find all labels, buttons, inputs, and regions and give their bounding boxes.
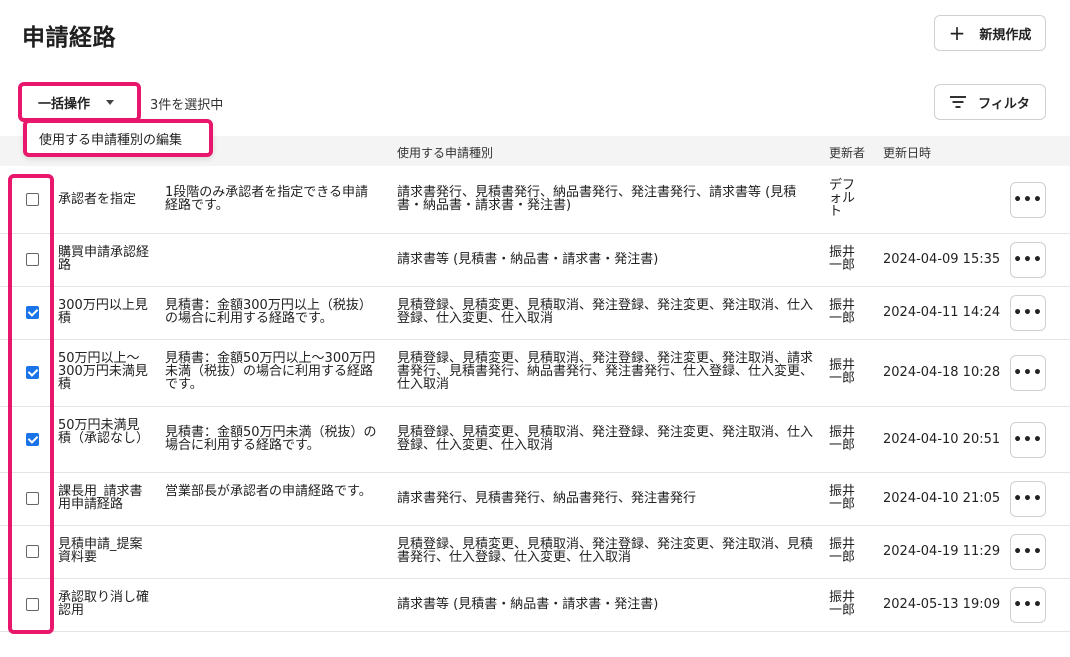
more-horizontal-icon: ••• [1013, 252, 1043, 268]
table-row: 50万円以上～300万円未満見積 見積書：金額50万円以上～300万円未満（税抜… [0, 340, 1070, 407]
route-description: 見積書：金額50万円未満（税抜）の場合に利用する経路です。 [165, 425, 377, 453]
more-horizontal-icon: ••• [1013, 192, 1043, 208]
route-name: 承認取り消し確認用 [58, 590, 150, 618]
header-updater: 更新者 [829, 146, 866, 160]
table-row: 課長用_請求書用申請経路 営業部長が承認者の申請経路です。 請求書発行、見積書発… [0, 473, 1070, 526]
checkbox-column-highlight [8, 174, 54, 634]
route-updated-at: 2024-05-13 19:09 [883, 597, 1001, 612]
more-options-button[interactable]: ••• [1010, 481, 1046, 517]
route-updated-at: 2024-04-19 11:29 [883, 544, 1001, 559]
table-row: 見積申請_提案資料要 見積登録、見積変更、見積取消、発注登録、発注変更、発注取消… [0, 526, 1070, 579]
route-types: 見積登録、見積変更、見積取消、発注登録、発注変更、発注取消、請求書発行、見積書発… [397, 351, 814, 392]
route-name: 300万円以上見積 [58, 298, 148, 326]
more-options-button[interactable]: ••• [1010, 355, 1046, 391]
route-updater: 振井一郎 [829, 358, 856, 386]
route-updated-at: 2024-04-11 14:24 [883, 305, 1001, 320]
route-name: 見積申請_提案資料要 [58, 537, 143, 565]
route-updated-at: 2024-04-10 21:05 [883, 491, 1001, 506]
route-updated-at: 2024-04-10 20:51 [883, 432, 1001, 447]
route-description: 見積書：金額300万円以上（税抜）の場合に利用する経路です。 [165, 298, 372, 326]
header-types: 使用する申請種別 [397, 146, 494, 160]
more-horizontal-icon: ••• [1013, 432, 1043, 448]
more-options-button[interactable]: ••• [1010, 295, 1046, 331]
page-title: 申請経路 [22, 25, 116, 51]
route-types: 見積登録、見積変更、見積取消、発注登録、発注変更、発注取消、仕入登録、仕入変更、… [397, 298, 814, 326]
table-row: 承認取り消し確認用 請求書等 (見積書・納品書・請求書・発注書) 振井一郎 20… [0, 579, 1070, 632]
route-description: 1段階のみ承認者を指定できる申請経路です。 [165, 185, 369, 213]
route-description: 見積書：金額50万円以上～300万円未満（税抜）の場合に利用する経路です。 [165, 351, 376, 392]
route-updater: 振井一郎 [829, 590, 856, 618]
route-updater: 振井一郎 [829, 484, 856, 512]
more-options-button[interactable]: ••• [1010, 422, 1046, 458]
route-name: 50万円未満見積（承認なし） [58, 418, 150, 446]
selected-count: 3件を選択中 [150, 98, 224, 113]
more-horizontal-icon: ••• [1013, 365, 1043, 381]
table-row: 購買申請承認経路 請求書等 (見積書・納品書・請求書・発注書) 振井一郎 202… [0, 234, 1070, 287]
route-types: 見積登録、見積変更、見積取消、発注登録、発注変更、発注取消、仕入登録、仕入変更、… [397, 425, 814, 453]
filter-button-label: フィルタ [978, 96, 1030, 112]
plus-icon: + [948, 21, 966, 45]
route-updated-at: 2024-04-09 15:35 [883, 252, 1001, 267]
dropdown-menu-item-edit-types[interactable]: 使用する申請種別の編集 [23, 119, 213, 157]
caret-down-icon [106, 99, 115, 105]
more-options-button[interactable]: ••• [1010, 587, 1046, 623]
route-name: 承認者を指定 [58, 192, 137, 207]
more-options-button[interactable]: ••• [1010, 534, 1046, 570]
route-updater: 振井一郎 [829, 245, 856, 273]
more-horizontal-icon: ••• [1013, 597, 1043, 613]
route-name: 課長用_請求書用申請経路 [58, 484, 143, 512]
route-types: 請求書等 (見積書・納品書・請求書・発注書) [397, 597, 659, 612]
bulk-action-label: 一括操作 [38, 96, 91, 112]
new-button-label: 新規作成 [979, 27, 1032, 43]
more-horizontal-icon: ••• [1013, 491, 1043, 507]
header-updated-at: 更新日時 [883, 146, 932, 160]
new-button[interactable]: + 新規作成 [934, 15, 1046, 51]
route-types: 請求書発行、見積書発行、納品書発行、発注書発行 [397, 491, 697, 506]
route-types: 請求書発行、見積書発行、納品書発行、発注書発行、請求書等 (見積書・納品書・請求… [397, 185, 797, 213]
more-options-button[interactable]: ••• [1010, 242, 1046, 278]
more-options-button[interactable]: ••• [1010, 182, 1046, 218]
filter-icon [950, 96, 967, 108]
route-name: 購買申請承認経路 [58, 245, 150, 273]
more-horizontal-icon: ••• [1013, 305, 1043, 321]
route-updated-at: 2024-04-18 10:28 [883, 365, 1001, 380]
route-types: 見積登録、見積変更、見積取消、発注登録、発注変更、発注取消、見積書発行、仕入登録… [397, 537, 814, 565]
table-row: 300万円以上見積 見積書：金額300万円以上（税抜）の場合に利用する経路です。… [0, 287, 1070, 340]
route-updater: 振井一郎 [829, 425, 856, 453]
route-updater: 振井一郎 [829, 537, 856, 565]
bulk-action-button[interactable]: 一括操作 [24, 87, 135, 117]
table-row: 承認者を指定 1段階のみ承認者を指定できる申請経路です。 請求書発行、見積書発行… [0, 166, 1070, 234]
more-horizontal-icon: ••• [1013, 544, 1043, 560]
route-name: 50万円以上～300万円未満見積 [58, 351, 148, 392]
route-description: 営業部長が承認者の申請経路です。 [165, 484, 372, 499]
route-updater: 振井一郎 [829, 298, 856, 326]
route-updater: デフォルト [829, 178, 856, 219]
route-types: 請求書等 (見積書・納品書・請求書・発注書) [397, 252, 659, 267]
table-row: 50万円未満見積（承認なし） 見積書：金額50万円未満（税抜）の場合に利用する経… [0, 407, 1070, 473]
filter-button[interactable]: フィルタ [934, 84, 1046, 120]
